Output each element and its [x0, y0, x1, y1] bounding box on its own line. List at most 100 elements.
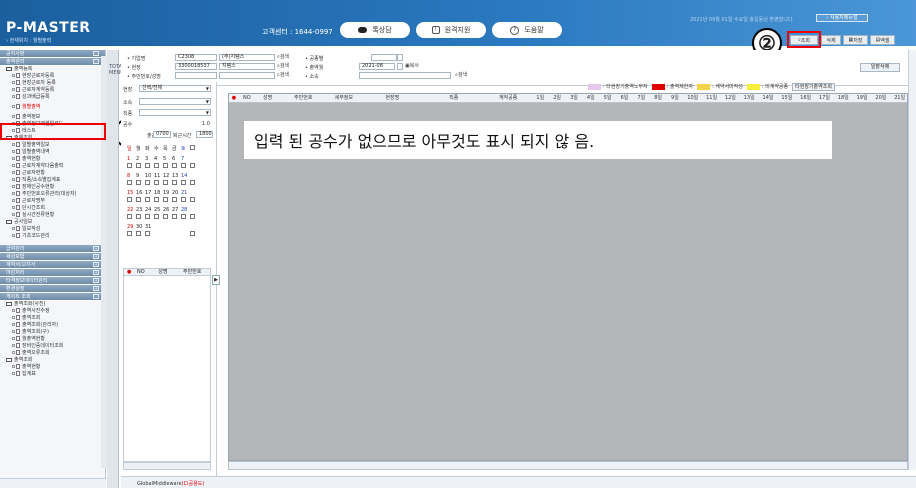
menu-item[interactable]: 집계표 [0, 371, 105, 378]
delete-button[interactable]: 삭제 [821, 35, 841, 45]
site-code-field[interactable]: 3300018537 [175, 63, 217, 70]
folder-item[interactable]: 출역등록 [0, 66, 105, 73]
grid-header: ● NO 성명 주민번호 세부정보 현장명 직종 계약공종 1일 2일 3일 4… [229, 94, 907, 103]
calendar-week[interactable]: 1234567 [127, 156, 190, 163]
calendar-checkboxes[interactable] [127, 180, 199, 187]
team-field[interactable] [359, 72, 451, 79]
resno-field[interactable] [175, 72, 217, 79]
menu-item[interactable]: 출역현황 [0, 156, 105, 163]
folder-item[interactable]: 출역조회(사진) [0, 301, 105, 308]
bulk-delete-button[interactable]: 일괄삭제 [860, 63, 900, 72]
move-right-button[interactable]: ▶ [212, 275, 220, 285]
excel-label: 엑셀 [880, 37, 890, 44]
menu-item[interactable]: 장애인공수현황 [0, 184, 105, 191]
menu-item[interactable]: 출역조회(구) [0, 329, 105, 336]
help-button[interactable]: ? 도움말 [492, 22, 562, 38]
talk-chat-label: 톡상담 [372, 26, 392, 34]
folder-item[interactable]: 공사일보 [0, 219, 105, 226]
sidebar-section[interactable]: 타격정보데이터관리 + [0, 277, 105, 285]
menu-item[interactable]: 출역조회(관리자) [0, 322, 105, 329]
sidebar-bottom-scroll[interactable] [0, 478, 106, 488]
subgrid-hscrollbar[interactable] [123, 462, 211, 470]
calendar-week[interactable]: 22 23 24 25 26 27 28 [127, 207, 190, 214]
grid-col-header: 6일 [620, 95, 629, 101]
menu-item[interactable]: 실시간전류현황 [0, 212, 105, 219]
page-vscrollbar[interactable] [908, 50, 916, 470]
worker-subgrid[interactable] [123, 276, 211, 462]
col-no: NO [136, 269, 145, 275]
site-search-button[interactable]: ⌕검색 [277, 63, 289, 70]
calendar-week[interactable]: 8 9 10 11 12 13 14 [127, 173, 190, 180]
menu-item[interactable]: 일별출역일보 [0, 142, 105, 149]
calendar-checkboxes[interactable] [127, 231, 199, 238]
menu-item[interactable]: 출역사진수정 [0, 308, 105, 315]
month-field[interactable]: 2021-08 [359, 63, 395, 70]
sidebar-section[interactable]: 급여관리 + [0, 245, 105, 253]
menu-item[interactable]: 주민번호오류관리(대상자) [0, 191, 105, 198]
menu-item[interactable]: 단시간조회 [0, 205, 105, 212]
team-search-button[interactable]: ⌕검색 [455, 72, 467, 79]
menu-item[interactable]: 근로자현황 [0, 170, 105, 177]
other-site-search-button[interactable]: 타현장기출역조회 [792, 83, 835, 91]
biz-search-button[interactable]: ⌕검색 [277, 54, 289, 61]
sidebar-section[interactable]: 공지사항 - [0, 50, 105, 58]
grid-col-header: 계약공종 [498, 95, 518, 101]
gongsu-value[interactable]: 1.0 [202, 121, 210, 127]
biz-code-field[interactable]: C2308 [175, 54, 217, 61]
work-type-field[interactable] [371, 54, 397, 61]
talk-chat-button[interactable]: 톡상담 [340, 22, 410, 38]
folder-icon [6, 219, 12, 224]
menu-item[interactable]: 출역조회 [0, 315, 105, 322]
menu-item[interactable]: 출역현황 [0, 364, 105, 371]
menu-item[interactable]: 출역정보 [0, 114, 105, 121]
job-select[interactable]: ▼ [139, 109, 211, 116]
save-button[interactable]: ▦ 저장 [843, 35, 868, 45]
resno-label: • 주민번호/성명 [127, 74, 161, 80]
menu-item[interactable]: 월출역현황 [0, 336, 105, 343]
menu-item[interactable]: 직종/소속별집계표 [0, 177, 105, 184]
menu-item[interactable]: 월별출역 [0, 104, 105, 111]
menu-item[interactable]: 현장근로자 등록 [0, 80, 105, 87]
menu-item[interactable]: 일보작성 [0, 226, 105, 233]
sidebar-section[interactable]: 계약서/고지서 + [0, 261, 105, 269]
folder-item[interactable]: 출역조회 [0, 357, 105, 364]
menu-item[interactable]: 근로자계약다음출력 [0, 163, 105, 170]
sidebar-section[interactable]: 환경설정 + [0, 285, 105, 293]
resno-search-button[interactable]: ⌕검색 [277, 72, 289, 79]
manual-button[interactable]: › 사용자메뉴얼 [816, 14, 868, 22]
menu-item[interactable]: 현장근로자등록 [0, 73, 105, 80]
calendar-checkboxes[interactable] [127, 197, 199, 204]
sidebar-section[interactable]: 마감처리 + [0, 269, 105, 277]
menu-item[interactable]: 출역오류조회 [0, 350, 105, 357]
menu-item[interactable]: 일별출역내역 [0, 149, 105, 156]
sidebar-section[interactable]: 출역관리 - [0, 58, 105, 66]
app-logo[interactable]: P-MASTER [6, 20, 91, 36]
calendar-icon[interactable] [397, 63, 403, 70]
menu-toggle-strip[interactable]: TOTAL MENU [107, 50, 125, 488]
month-label: • 출역월 [305, 65, 324, 71]
copy-button[interactable]: ▣복사 [405, 63, 419, 70]
team-select[interactable]: ▼ [139, 98, 211, 105]
grid-hscrollbar[interactable] [228, 461, 908, 470]
page-icon [16, 315, 20, 320]
calendar-icon[interactable] [397, 54, 403, 61]
menu-item[interactable]: 성과배급등록 [0, 94, 105, 101]
menu-item[interactable]: 장비인증데이터조회 [0, 343, 105, 350]
menu-item[interactable]: 기초코드관리 [0, 233, 105, 240]
site-name-field[interactable]: 지템스 [219, 63, 275, 70]
remote-support-button[interactable]: ! 원격지원 [416, 22, 486, 38]
site-select[interactable]: 선택/전체 ▼ [139, 85, 211, 92]
end-time-field[interactable]: 1800 [196, 131, 213, 138]
resno-name-field[interactable] [219, 72, 275, 79]
sidebar-section[interactable]: 게이트 조회 - [0, 293, 105, 301]
calendar-week[interactable]: 15 16 17 18 19 20 21 [127, 190, 190, 197]
menu-item[interactable]: 근로자계약등록 [0, 87, 105, 94]
calendar-week[interactable]: 29 30 31 [127, 224, 154, 231]
start-time-field[interactable]: 0700 [153, 131, 171, 138]
menu-item[interactable]: 근로자명부 [0, 198, 105, 205]
biz-name-field[interactable]: (주)지템스 [219, 54, 275, 61]
sidebar-section[interactable]: 세금보험 + [0, 253, 105, 261]
calendar-checkboxes[interactable] [127, 163, 199, 170]
excel-button[interactable]: ▤ 엑셀 [870, 35, 895, 45]
calendar-checkboxes[interactable] [127, 214, 199, 221]
